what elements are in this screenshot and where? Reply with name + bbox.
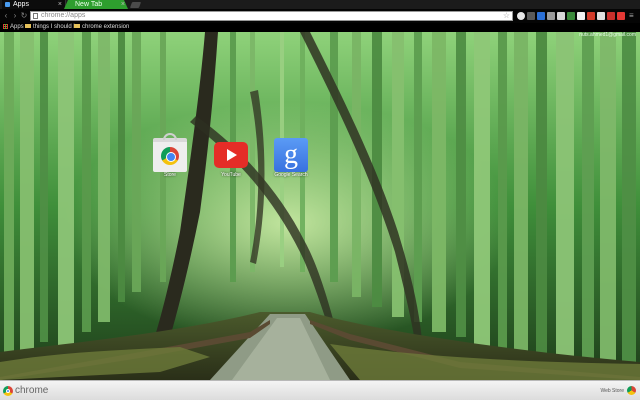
bookmark-things[interactable]: things I should l... xyxy=(25,23,80,32)
extension-icon[interactable] xyxy=(517,12,525,20)
bookmark-chrome-extension[interactable]: chrome extension xyxy=(74,23,129,32)
page-icon xyxy=(33,13,38,19)
web-store-link[interactable]: Web Store xyxy=(600,387,624,395)
tab-title: New Tab xyxy=(75,1,103,8)
extension-icon[interactable] xyxy=(577,12,585,20)
google-search-icon: g xyxy=(274,138,308,172)
menu-icon[interactable]: ≡ xyxy=(629,12,635,20)
browser-window: Apps × New Tab × ‹ › ↻ chrome://apps ☆ ≡ xyxy=(0,0,640,400)
apps-tab-favicon-icon xyxy=(5,2,10,7)
app-google-search[interactable]: g Google Search xyxy=(271,138,311,179)
address-bar[interactable]: chrome://apps ☆ xyxy=(30,11,513,21)
store-bag-handle xyxy=(163,133,177,140)
bamboo-forest-background xyxy=(0,32,640,380)
webstore-icon xyxy=(153,133,187,172)
close-tab-icon[interactable]: × xyxy=(121,0,125,9)
tab-strip: Apps × New Tab × xyxy=(0,0,640,9)
extension-icon[interactable] xyxy=(527,12,535,20)
user-email[interactable]: nuts.ahmed1@gmail.com xyxy=(579,32,636,38)
bookmark-apps[interactable]: Apps xyxy=(3,23,24,32)
bookmark-label: things I should l... xyxy=(33,24,80,30)
bottom-bar: chrome Web Store xyxy=(0,380,640,400)
bookmark-label: chrome extension xyxy=(82,24,130,30)
apps-grid-icon xyxy=(3,24,8,29)
extension-icon[interactable] xyxy=(597,12,605,20)
reload-icon[interactable]: ↻ xyxy=(20,11,28,20)
bookmarks-bar: Apps things I should l... chrome extensi… xyxy=(0,23,640,32)
app-label: Google Search xyxy=(274,172,308,178)
chrome-brand-text: chrome xyxy=(15,385,49,396)
extension-icon[interactable] xyxy=(557,12,565,20)
bookmark-star-icon[interactable]: ☆ xyxy=(503,11,510,20)
folder-icon xyxy=(25,24,31,28)
new-tab-button[interactable] xyxy=(129,2,142,8)
app-label: YouTube xyxy=(221,172,241,178)
bookmark-label: Apps xyxy=(10,24,24,30)
extension-icon[interactable] xyxy=(547,12,555,20)
app-label: Store xyxy=(164,172,176,178)
tab-new-tab[interactable]: New Tab × xyxy=(64,0,128,9)
toolbar: ‹ › ↻ chrome://apps ☆ ≡ xyxy=(0,9,640,23)
address-bar-url[interactable]: chrome://apps xyxy=(41,12,85,20)
chrome-logo-icon xyxy=(3,386,13,396)
extension-icon[interactable] xyxy=(617,12,625,20)
extension-icon[interactable] xyxy=(567,12,575,20)
play-icon xyxy=(227,149,237,161)
app-youtube[interactable]: YouTube xyxy=(211,138,251,179)
back-arrow-icon[interactable]: ‹ xyxy=(2,11,10,20)
app-store[interactable]: Store xyxy=(150,133,190,179)
new-tab-page: nuts.ahmed1@gmail.com Store YouTube g Go… xyxy=(0,32,640,380)
extension-icon[interactable] xyxy=(537,12,545,20)
close-tab-icon[interactable]: × xyxy=(58,0,62,9)
tab-title: Apps xyxy=(13,1,29,8)
extension-icon[interactable] xyxy=(587,12,595,20)
tab-apps[interactable]: Apps × xyxy=(2,0,66,9)
extension-icon[interactable] xyxy=(607,12,615,20)
webstore-icon[interactable] xyxy=(627,386,636,395)
chrome-logo-icon xyxy=(161,147,179,165)
folder-icon xyxy=(74,24,80,28)
youtube-icon xyxy=(214,142,248,168)
forward-arrow-icon[interactable]: › xyxy=(11,11,19,20)
